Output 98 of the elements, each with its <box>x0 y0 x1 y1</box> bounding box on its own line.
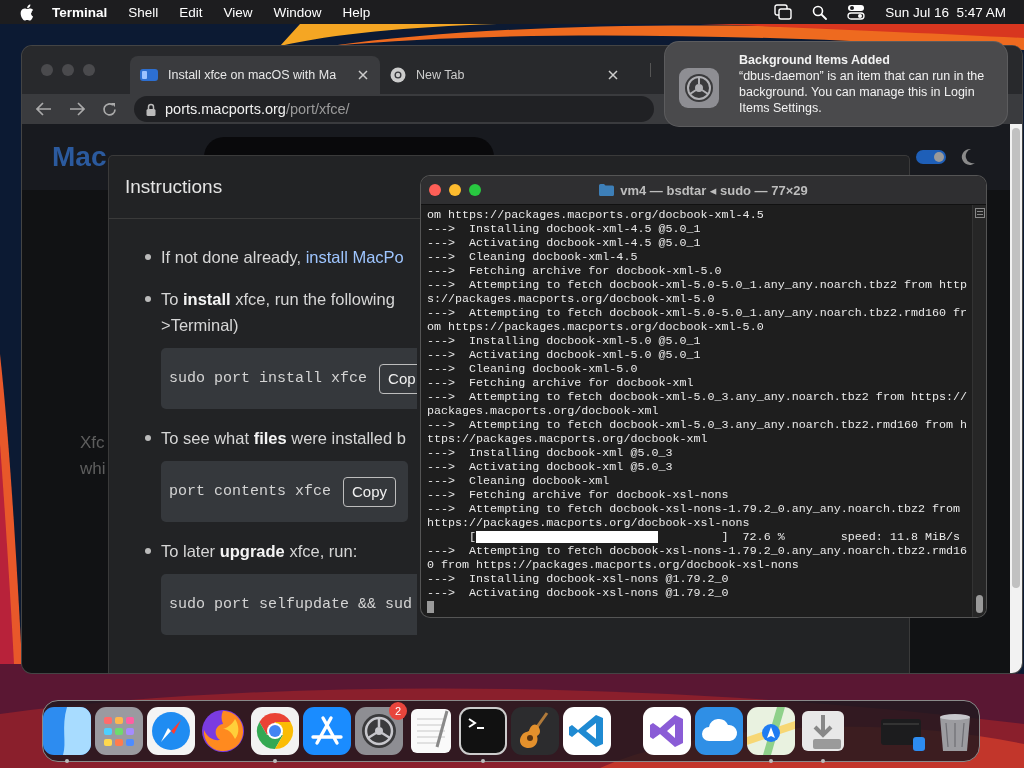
scroll-thumb[interactable] <box>1012 128 1020 588</box>
bullet-icon <box>145 548 151 554</box>
progress-percent: 72.6 % <box>742 530 785 544</box>
terminal-line: ---> Attempting to fetch docbook-xml-5.0-5.0_1.any_any.noarch.tbz2 from http <box>427 278 969 292</box>
terminal-line: packages.macports.org/docbook-xml <box>427 404 660 418</box>
terminal-line: ---> Installing docbook-xsl-nons @1.79.2_0 <box>427 572 730 586</box>
split-square-icon[interactable] <box>43 707 91 755</box>
window-buttons-icon[interactable] <box>428 183 484 197</box>
body-text: whi <box>80 458 106 480</box>
terminal-line: ttps://packages.macports.org/docbook-xml <box>427 432 709 446</box>
bullet-icon <box>145 296 151 302</box>
close-icon[interactable] <box>608 70 618 80</box>
circle-segments-icon[interactable] <box>251 707 299 755</box>
clock[interactable]: Sun Jul 16 5:47 AM <box>885 4 1006 20</box>
terminal-line: ---> Cleaning docbook-xml-5.0 <box>427 362 639 376</box>
reload-icon[interactable] <box>102 101 117 117</box>
close-icon[interactable] <box>358 70 368 80</box>
terminal-line: ---> Fetching archive for docbook-xml-5.0 <box>427 264 723 278</box>
terminal-line: ---> Activating docbook-xml @5.0_3 <box>427 460 674 474</box>
gear-icon <box>679 68 719 108</box>
terminal-line: ---> Activating docbook-xsl-nons @1.79.2_0 <box>427 586 730 600</box>
notification-text: “dbus-daemon” is an item that can run in the background. You can manage this in Login Items Settings. <box>739 68 986 116</box>
terminal-icon[interactable] <box>459 707 507 755</box>
grid-icon[interactable] <box>95 707 143 755</box>
code-text: sudo port install xfce <box>169 370 368 387</box>
menu-item[interactable]: Shell <box>128 4 159 20</box>
terminal-line: ---> Attempting to fetch docbook-xml-5.0-5.0_1.any_any.noarch.tbz2.rmd160 fr <box>427 306 969 320</box>
copy-button[interactable]: Copy <box>343 476 397 507</box>
circle-icon <box>390 67 406 83</box>
terminal-line: ---> Attempting to fetch docbook-xml-5.0_3.any_any.noarch.tbz2 from https:// <box>427 390 969 404</box>
terminal-line: https://packages.macports.org/docbook-xsl-nons <box>427 516 751 530</box>
code-icon[interactable] <box>563 707 611 755</box>
terminal-text: [ <box>469 530 477 544</box>
terminal-line: 0 from https://packages.macports.org/docbook-xsl-nons <box>427 558 800 572</box>
tab[interactable]: New Tab <box>380 56 630 94</box>
instruction-text: If not done already, install MacPo <box>161 247 404 268</box>
bullet-icon <box>145 254 151 260</box>
link[interactable]: install MacPo <box>305 248 404 266</box>
cloud-icon[interactable] <box>695 707 743 755</box>
terminal-line: ---> Fetching archive for docbook-xsl-nons <box>427 488 730 502</box>
terminal-line: ---> Cleaning docbook-xml-4.5 <box>427 250 639 264</box>
terminal-line: ---> Installing docbook-xml-5.0 @5.0_1 <box>427 334 702 348</box>
body-text: Xfc <box>80 432 105 454</box>
terminal-line: om https://packages.macports.org/docbook-xml-5.0 <box>427 320 765 334</box>
instruction-text: >Terminal) <box>161 315 239 336</box>
lock-icon <box>146 102 156 116</box>
guitar-icon[interactable] <box>511 707 559 755</box>
notification[interactable]: Background Items Added “dbus-daemon” is an item that can run in the background. You can manage this in Login Items Settings. <box>665 42 1007 126</box>
tab[interactable]: Install xfce on macOS with Ma <box>130 56 380 94</box>
terminal-line: ---> Activating docbook-xml-4.5 @5.0_1 <box>427 236 702 250</box>
instruction-text: To later upgrade xfce, run: <box>161 541 358 562</box>
terminal-line: om https://packages.macports.org/docbook-xml-4.5 <box>427 208 765 222</box>
scroll-thumb[interactable] <box>976 595 983 613</box>
overlapping-windows-icon[interactable] <box>774 4 793 20</box>
crossed-lines-icon[interactable] <box>303 707 351 755</box>
forward-icon[interactable] <box>69 102 85 116</box>
window-title: vm4 — bsdtar ◂ sudo — 77×29 <box>620 182 808 198</box>
instruction-text: To install xfce, run the following <box>161 289 395 310</box>
app-menu[interactable]: Terminal <box>52 4 108 20</box>
favicon-icon <box>140 68 158 82</box>
search-icon[interactable] <box>812 4 828 20</box>
apple-menu-icon[interactable] <box>20 3 34 21</box>
toggle-switch[interactable] <box>916 150 946 164</box>
folder-icon <box>599 184 615 196</box>
menu-item[interactable]: Help <box>342 4 371 20</box>
moon-icon[interactable] <box>960 148 976 166</box>
address-bar[interactable]: ports.macports.org/port/xfce/ <box>134 96 654 122</box>
menu-item[interactable]: Edit <box>179 4 203 20</box>
terminal-line: ---> Attempting to fetch docbook-xml-5.0_3.any_any.noarch.tbz2.rmd160 from h <box>427 418 969 432</box>
terminal-line: ---> Attempting to fetch docbook-xsl-nons-1.79.2_0.any_any.noarch.tbz2.rmd16 <box>427 544 969 558</box>
bullet-icon <box>145 435 151 441</box>
code-text: port contents xfce <box>169 483 332 500</box>
terminal-line: ---> Installing docbook-xml @5.0_3 <box>427 446 674 460</box>
transfer-speed: speed: 11.8 MiB/s <box>840 530 960 544</box>
toggles-icon[interactable] <box>847 4 866 20</box>
terminal-line: s://packages.macports.org/docbook-xml-5.0 <box>427 292 716 306</box>
text-cursor <box>427 601 434 613</box>
terminal-line: ---> Attempting to fetch docbook-xsl-nons-1.79.2_0.any_any.noarch.tbz2 from <box>427 502 962 516</box>
menu-item[interactable]: View <box>223 4 253 20</box>
map-icon[interactable] <box>747 707 795 755</box>
terminal-line: ---> Installing docbook-xml-4.5 @5.0_1 <box>427 222 702 236</box>
terminal-line: ---> Activating docbook-xml-5.0 @5.0_1 <box>427 348 702 362</box>
scroll-bar[interactable] <box>972 205 986 617</box>
flame-globe-icon[interactable] <box>199 707 247 755</box>
instruction-text: To see what files were installed b <box>161 428 406 449</box>
loop-icon[interactable] <box>643 707 691 755</box>
compass-icon[interactable] <box>147 707 195 755</box>
notification-badge: 2 <box>389 702 407 720</box>
terminal-text: ] <box>721 530 729 544</box>
split-view-icon[interactable] <box>974 208 985 218</box>
gear-icon[interactable] <box>355 707 403 755</box>
scroll-bar[interactable] <box>1010 124 1022 673</box>
notification-title: Background Items Added <box>739 52 891 68</box>
terminal-line: ---> Fetching archive for docbook-xml <box>427 376 695 390</box>
back-icon[interactable] <box>36 102 52 116</box>
terminal-line: ---> Cleaning docbook-xml <box>427 474 611 488</box>
code-text: sudo port selfupdate && sud <box>169 596 413 613</box>
menu-item[interactable]: Window <box>273 4 322 20</box>
